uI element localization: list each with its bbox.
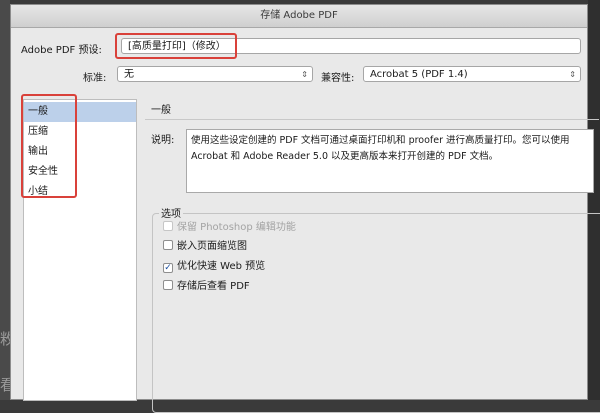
updown-arrows-icon: ⇕ — [569, 70, 576, 79]
standard-label: 标准: — [83, 73, 107, 84]
divider — [145, 119, 599, 120]
option-label: 优化快速 Web 预览 — [177, 261, 266, 272]
annotation-highlight-preset — [115, 33, 237, 59]
checkbox[interactable] — [163, 280, 173, 290]
compat-select[interactable]: Acrobat 5 (PDF 1.4) ⇕ — [363, 66, 581, 82]
compat-value: Acrobat 5 (PDF 1.4) — [370, 69, 468, 80]
checkmark-icon: ✓ — [164, 263, 172, 273]
option-preserve-photoshop-editing: 保留 Photoshop 编辑功能 — [163, 221, 296, 235]
checkbox-checked[interactable]: ✓ — [163, 263, 173, 273]
checkbox — [163, 221, 173, 231]
description-label: 说明: — [151, 135, 175, 146]
annotation-highlight-sidebar — [21, 94, 77, 198]
checkbox[interactable] — [163, 240, 173, 250]
dialog-title: 存储 Adobe PDF — [11, 5, 587, 28]
option-label: 存储后查看 PDF — [177, 281, 250, 292]
preset-label: Adobe PDF 预设: — [21, 45, 102, 56]
option-optimize-fast-web-view[interactable]: ✓ 优化快速 Web 预览 — [163, 260, 265, 274]
standard-select[interactable]: 无 ⇕ — [117, 66, 313, 82]
description-box: 使用这些设定创建的 PDF 文档可通过桌面打印机和 proofer 进行高质量打… — [186, 129, 594, 193]
option-label: 保留 Photoshop 编辑功能 — [177, 222, 296, 233]
options-group-title: 选项 — [159, 205, 183, 220]
save-pdf-dialog: 存储 Adobe PDF Adobe PDF 预设: [高质量打印]（修改） 标… — [10, 4, 600, 413]
description-text: 使用这些设定创建的 PDF 文档可通过桌面打印机和 proofer 进行高质量打… — [191, 135, 570, 162]
option-label: 嵌入页面缩览图 — [177, 241, 247, 252]
standard-value: 无 — [124, 69, 134, 80]
updown-arrows-icon: ⇕ — [301, 70, 308, 79]
compat-label: 兼容性: — [321, 73, 355, 84]
option-view-pdf-after-saving[interactable]: 存储后查看 PDF — [163, 280, 250, 294]
panel-title: 一般 — [151, 105, 171, 116]
option-embed-page-thumbnails[interactable]: 嵌入页面缩览图 — [163, 240, 247, 254]
